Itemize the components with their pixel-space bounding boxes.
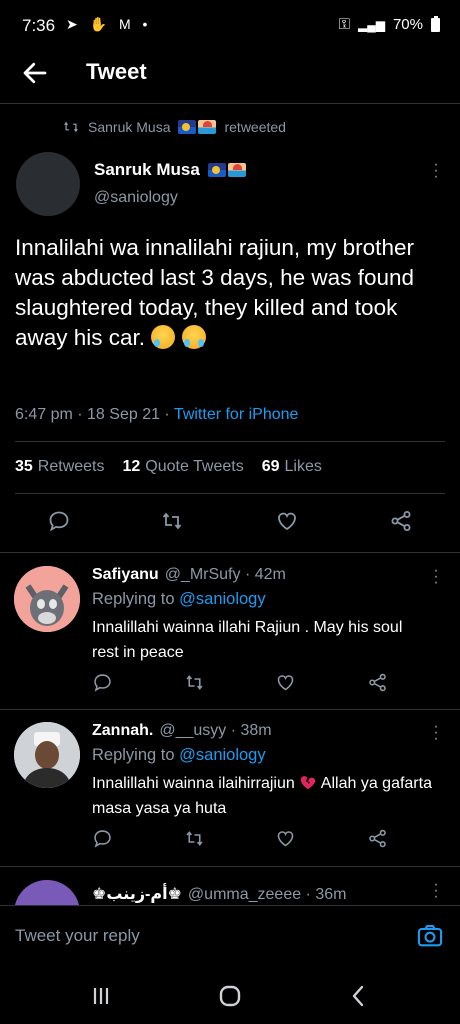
page-title: Tweet	[86, 59, 147, 84]
reply-author-handle[interactable]: @_MrSufy · 42m	[165, 566, 286, 583]
reply-text: Innalillahi wainna illahi Rajiun . May h…	[92, 619, 403, 661]
tweet-source[interactable]: Twitter for iPhone	[174, 406, 299, 423]
tweet-text: Innalilahi wa innalilahi rajiun, my brot…	[15, 233, 450, 353]
author-avatar[interactable]	[16, 152, 80, 216]
reply-actions	[0, 672, 460, 702]
reply-header: ♚أم-زينب♚ @umma_zeeee · 36m	[92, 884, 346, 904]
reply-header: Safiyanu @_MrSufy · 42m	[92, 566, 286, 584]
reply-author-name[interactable]: Zannah.	[92, 722, 153, 739]
author-name-row[interactable]: Sanruk Musa	[94, 160, 246, 180]
retweet-label: retweeted	[224, 119, 286, 135]
tweet-actions	[0, 509, 460, 539]
flag-emoji	[178, 120, 197, 134]
reply-author-name[interactable]: ♚أم-زينب♚	[92, 886, 182, 903]
like-icon[interactable]	[275, 509, 299, 533]
broken-heart-emoji	[300, 776, 316, 790]
author-handle[interactable]: @saniology	[94, 189, 178, 207]
back-arrow-icon[interactable]	[20, 58, 50, 88]
mention-link[interactable]: @saniology	[179, 746, 265, 764]
battery-percent: 70%	[392, 16, 423, 33]
more-options-icon[interactable]: · · ·	[432, 877, 440, 905]
retweet-notice[interactable]: Sanruk Musa retweeted	[62, 119, 286, 135]
sad-tear-emoji	[151, 325, 176, 349]
reply-icon[interactable]	[92, 828, 113, 849]
reply-compose-bar: Tweet your reply	[0, 905, 460, 967]
tweet-stats: 35 Retweets 12 Quote Tweets 69 Likes	[15, 458, 322, 476]
recent-apps-icon[interactable]	[86, 981, 116, 1011]
share-icon[interactable]	[367, 828, 388, 849]
avatar[interactable]	[14, 722, 80, 788]
likes-stat[interactable]: 69 Likes	[262, 458, 322, 476]
key-icon: ⚿	[338, 16, 350, 33]
tweet-timestamp: 6:47 pm · 18 Sep 21 ·	[15, 406, 174, 423]
reply-header: Zannah. @__usyy · 38m	[92, 722, 272, 740]
like-icon[interactable]	[275, 828, 296, 849]
divider	[0, 552, 460, 553]
more-options-icon[interactable]: · · ·	[432, 563, 440, 591]
quote-tweets-stat[interactable]: 12 Quote Tweets	[123, 458, 244, 476]
avatar[interactable]	[14, 566, 80, 632]
reply-author-handle[interactable]: @umma_zeeee · 36m	[188, 886, 347, 903]
tweet-body: Innalilahi wa innalilahi rajiun, my brot…	[15, 235, 415, 350]
more-options-icon[interactable]: · · ·	[432, 719, 440, 747]
divider	[15, 441, 445, 442]
divider	[0, 709, 460, 710]
divider	[0, 866, 460, 867]
tweet-meta: 6:47 pm · 18 Sep 21 · Twitter for iPhone	[15, 406, 298, 424]
notification-icons: ➤ ✋ M •	[66, 16, 152, 32]
status-right-icons: ⚿ ▂▄▆ 70%	[338, 15, 440, 33]
reply-author-name[interactable]: Safiyanu	[92, 566, 159, 583]
more-options-icon[interactable]: · · ·	[432, 157, 440, 185]
like-icon[interactable]	[275, 672, 296, 693]
retweet-icon[interactable]	[160, 509, 184, 533]
system-nav-bar	[0, 967, 460, 1024]
replying-to: Replying to @saniology	[92, 746, 266, 764]
reply-text: Innalillahi wainna ilaihirrajiun Allah y…	[92, 775, 432, 817]
retweet-icon[interactable]	[184, 672, 205, 693]
camera-icon[interactable]	[416, 922, 444, 950]
retweet-user: Sanruk Musa	[88, 119, 171, 135]
top-bar: Tweet	[0, 50, 460, 104]
person-avatar-image	[14, 722, 80, 788]
reply-icon[interactable]	[47, 509, 71, 533]
flag-emojis	[178, 120, 217, 134]
crying-emoji	[181, 325, 206, 349]
reply-author-handle[interactable]: @__usyy · 38m	[159, 722, 271, 739]
nav-back-icon[interactable]	[344, 981, 374, 1011]
status-bar: 7:36 ➤ ✋ M • ⚿ ▂▄▆ 70%	[0, 0, 460, 50]
retweet-icon[interactable]	[184, 828, 205, 849]
flag-emoji	[207, 163, 226, 177]
share-icon[interactable]	[367, 672, 388, 693]
reply-input[interactable]: Tweet your reply	[15, 926, 140, 946]
status-time: 7:36	[22, 16, 56, 35]
share-icon[interactable]	[389, 509, 413, 533]
home-icon[interactable]	[215, 981, 245, 1011]
reply-icon[interactable]	[92, 672, 113, 693]
battery-icon	[431, 15, 440, 32]
beach-emoji	[198, 120, 217, 134]
retweet-icon	[64, 121, 78, 133]
retweets-stat[interactable]: 35 Retweets	[15, 458, 105, 476]
signal-icon: ▂▄▆	[358, 17, 385, 32]
mention-link[interactable]: @saniology	[179, 590, 265, 608]
reply-actions	[0, 828, 460, 858]
author-name: Sanruk Musa	[94, 160, 200, 179]
divider	[15, 493, 445, 494]
flag-emojis	[207, 163, 246, 177]
cat-avatar-image	[14, 566, 80, 632]
replying-to: Replying to @saniology	[92, 590, 266, 608]
beach-emoji	[227, 163, 246, 177]
